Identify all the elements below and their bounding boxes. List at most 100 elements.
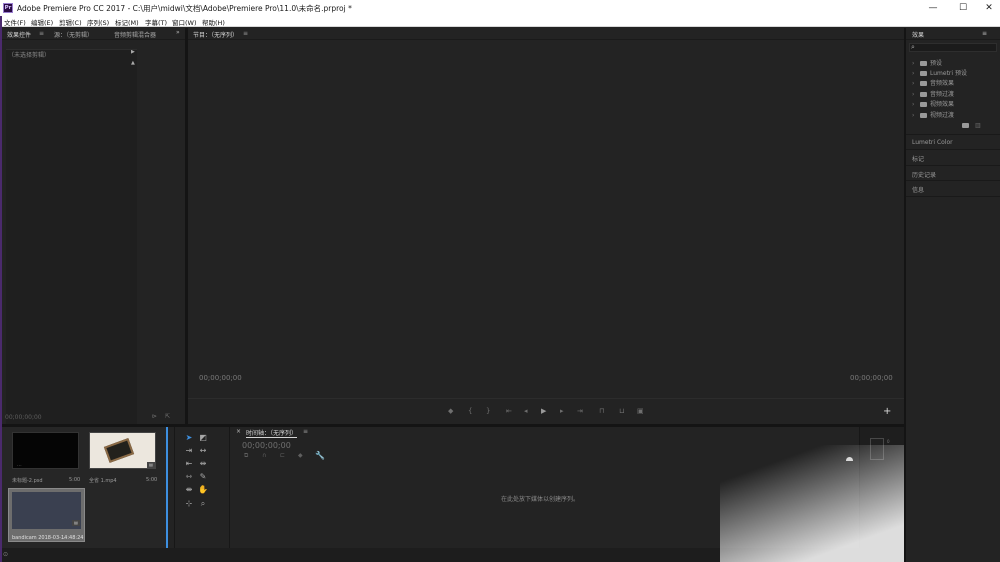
effects-item-video-effects[interactable]: › 视频效果 (912, 99, 954, 108)
track-select-tool-icon[interactable]: ◩ (197, 433, 209, 443)
close-button[interactable]: ✕ (978, 1, 1000, 15)
program-viewer[interactable] (188, 40, 904, 384)
timeline-close-icon[interactable]: × (236, 428, 241, 435)
new-bin-icon[interactable] (962, 123, 969, 128)
menu-title[interactable]: 字幕(T) (145, 17, 167, 27)
panel-history[interactable]: 历史记录 (906, 165, 1000, 180)
wrench-icon[interactable]: 🔧 (315, 451, 325, 460)
selection-tool-icon[interactable]: ➤ (183, 433, 195, 443)
effects-search-input[interactable]: ⌕ (909, 43, 997, 52)
tab-audio-clip-mixer[interactable]: 音频剪辑混合器 (114, 30, 156, 39)
menu-sequence[interactable]: 序列(S) (87, 17, 109, 27)
video-badge-icon: ▤ (147, 462, 155, 468)
panel-lumetri-color[interactable]: Lumetri Color (906, 134, 1000, 149)
effects-item-audio-effects[interactable]: › 音频效果 (912, 78, 954, 87)
effects-item-video-transitions[interactable]: › 视频过渡 (912, 110, 954, 119)
effects-item-lumetri-presets[interactable]: › Lumetri 预设 (912, 68, 967, 77)
window-border-left (0, 16, 2, 562)
header-line (6, 49, 137, 50)
step-back-icon[interactable]: ◂ (524, 407, 528, 415)
snap-icon[interactable]: ∩ (262, 452, 266, 459)
effect-controls-content: （未选择剪辑） ▶ ▲ (6, 49, 137, 439)
project-scrollbar[interactable] (166, 427, 168, 548)
menu-edit[interactable]: 编辑(E) (31, 17, 53, 27)
panel-markers[interactable]: 标记 (906, 149, 1000, 164)
timeline-menu-icon[interactable]: ≡ (303, 428, 308, 435)
hand-tool-icon[interactable]: ✋ (197, 485, 209, 495)
button-editor-icon[interactable]: + (883, 406, 891, 417)
program-menu-icon[interactable]: ≡ (243, 30, 248, 37)
ripple-edit-tool-icon[interactable]: ⇥ (183, 446, 195, 456)
expand-panels-icon[interactable]: » (176, 29, 180, 36)
play-button-icon[interactable]: ▶ (541, 407, 546, 415)
rate-tool-icon[interactable]: ⊹ (183, 499, 195, 509)
folder-icon (920, 92, 927, 97)
extract-icon[interactable]: ⊔ (619, 407, 624, 415)
go-to-in-icon[interactable]: ⇤ (506, 407, 512, 415)
scroll-up-icon[interactable]: ▲ (131, 60, 135, 66)
mark-in-icon[interactable]: { (468, 407, 472, 415)
maximize-button[interactable]: ☐ (952, 1, 974, 15)
window-title: Adobe Premiere Pro CC 2017 - C:\用户\midwi… (17, 4, 352, 13)
panel-info[interactable]: 信息 (906, 180, 1000, 195)
folder-icon (920, 113, 927, 118)
menu-help[interactable]: 帮助(H) (202, 17, 225, 27)
program-current-timecode[interactable]: 00;00;00;00 (199, 374, 242, 382)
project-settings-icon[interactable]: ⊙ (3, 551, 8, 558)
thumbnail-dots: ... (17, 462, 22, 468)
lift-icon[interactable]: ⊓ (599, 407, 604, 415)
sections-end-divider (906, 196, 1000, 197)
program-duration-timecode: 00;00;00;00 (850, 374, 893, 382)
media-item-bandicam[interactable]: ▤ bandicam 2018-03-... 14:48:24 (8, 488, 85, 542)
tab-source[interactable]: 源：（无剪辑） (54, 30, 93, 39)
tab-menu-icon[interactable]: ≡ (39, 30, 44, 37)
export-icon[interactable]: ⇱ (165, 413, 170, 420)
search-icon: ⌕ (911, 43, 915, 51)
menu-file[interactable]: 文件(F) (4, 17, 26, 27)
meter-scale-label: 0 (887, 439, 890, 444)
timeline-drop-hint: 在此处放下媒体以创建序列。 (501, 496, 580, 503)
timeline-timecode[interactable]: 00;00;00;00 (242, 441, 291, 450)
menu-window[interactable]: 窗口(W) (172, 17, 197, 27)
zoom-tool-icon[interactable]: ⌕ (197, 499, 209, 509)
media-name-psd: 未标题-2.psd (12, 478, 43, 484)
effects-menu-icon[interactable]: ≡ (982, 30, 987, 37)
rate-stretch-tool-icon[interactable]: ⇤ (183, 459, 195, 469)
menu-marker[interactable]: 标记(M) (115, 17, 139, 27)
tab-divider (2, 39, 185, 40)
premiere-window: Pr Adobe Premiere Pro CC 2017 - C:\用户\mi… (0, 0, 1000, 562)
nest-icon[interactable]: ⧉ (244, 452, 248, 460)
slide-tool-icon[interactable]: ⇼ (183, 485, 195, 495)
mark-out-icon[interactable]: } (486, 407, 490, 415)
media-thumbnail-mp4[interactable]: ▤ (89, 432, 156, 469)
minimize-button[interactable]: — (922, 1, 944, 15)
media-duration-psd: 5:00 (69, 477, 81, 483)
razor-tool-icon[interactable]: ⇹ (197, 459, 209, 469)
add-marker-timeline-icon[interactable]: ◆ (298, 452, 303, 459)
effects-item-presets[interactable]: › 预设 (912, 58, 942, 67)
chalkboard-image (103, 438, 135, 463)
effects-item-audio-transitions[interactable]: › 音频过渡 (912, 89, 954, 98)
rolling-edit-tool-icon[interactable]: ↔ (197, 446, 209, 456)
folder-icon (920, 71, 927, 76)
pen-tool-icon[interactable]: ✎ (197, 472, 209, 482)
media-thumbnail-psd[interactable]: ... (12, 432, 79, 469)
export-frame-icon[interactable]: ▣ (637, 407, 644, 415)
media-duration-mp4: 5:00 (146, 477, 158, 483)
filter-icon[interactable]: ⊳ (152, 413, 157, 420)
slip-tool-icon[interactable]: ⇿ (183, 472, 195, 482)
go-to-out-icon[interactable]: ⇥ (577, 407, 583, 415)
effect-controls-timecode: 00;00;00;00 (5, 414, 42, 421)
folder-icon (920, 61, 927, 66)
media-name-mp4: 全省 1.mp4 (89, 478, 117, 484)
edge-fade (720, 445, 904, 562)
linked-selection-icon[interactable]: ⊏ (280, 452, 285, 459)
timeline-title[interactable]: 时间轴：（无序列） (246, 428, 298, 438)
folder-icon (920, 102, 927, 107)
menu-clip[interactable]: 剪辑(C) (59, 17, 82, 27)
delete-icon[interactable]: ▥ (975, 122, 981, 129)
scrubber-track[interactable] (188, 398, 904, 399)
add-marker-icon[interactable]: ◆ (448, 407, 453, 415)
step-forward-icon[interactable]: ▸ (560, 407, 564, 415)
title-bar: Pr Adobe Premiere Pro CC 2017 - C:\用户\mi… (0, 0, 1000, 16)
